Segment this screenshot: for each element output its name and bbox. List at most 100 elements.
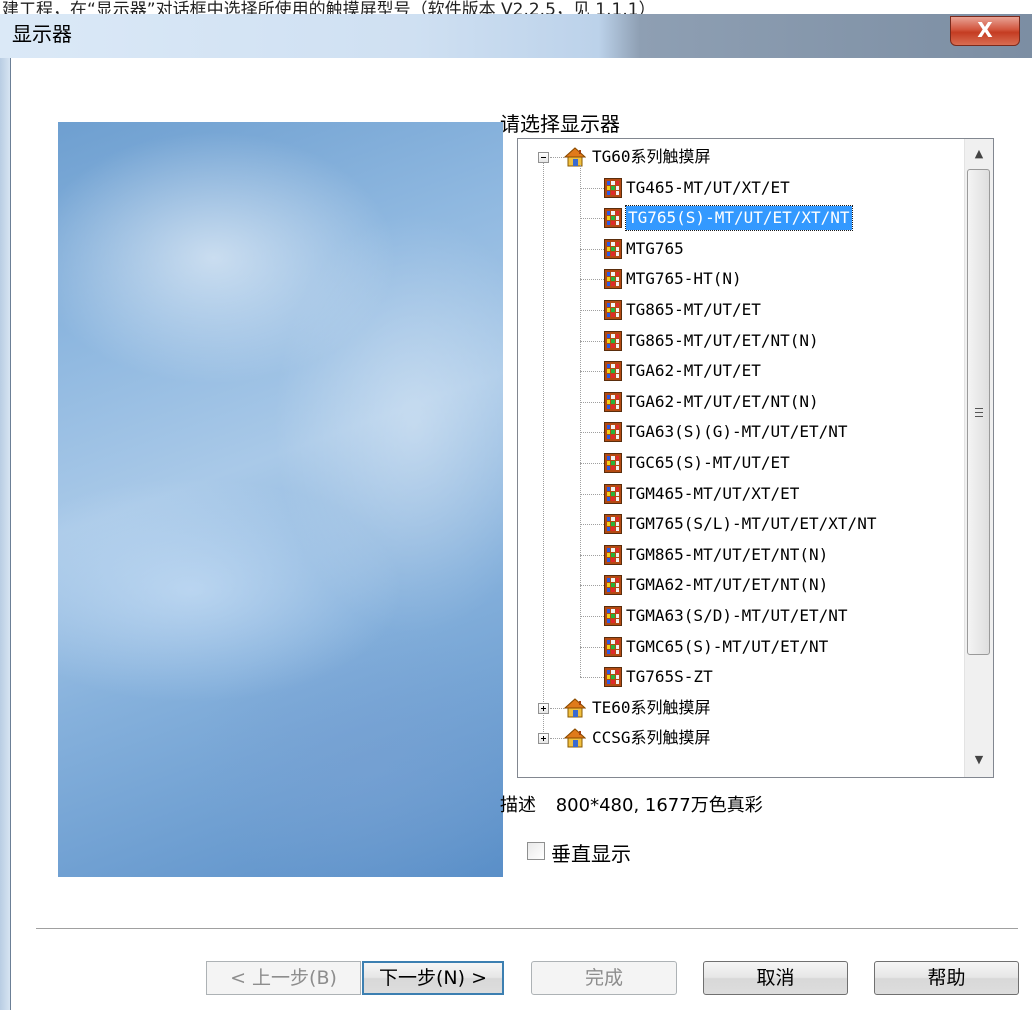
tree-item-row[interactable]: TGM465-MT/UT/XT/ET <box>518 479 964 509</box>
house-icon <box>563 147 587 167</box>
tree-connector <box>580 371 604 373</box>
tree-item-label: TG865-MT/UT/ET/NT(N) <box>626 330 819 350</box>
finish-button[interactable]: 完成 <box>531 961 677 995</box>
vertical-display-checkbox[interactable] <box>527 842 545 860</box>
device-icon <box>604 208 622 229</box>
description-value: 800*480, 1677万色真彩 <box>555 795 763 816</box>
device-icon <box>604 300 622 320</box>
tree-item-label: TG765S-ZT <box>626 667 713 687</box>
tree-group-label: CCSG系列触摸屏 <box>592 728 711 748</box>
tree-group-row[interactable]: TG60系列触摸屏 <box>518 142 964 172</box>
device-icon <box>604 177 622 198</box>
tree-item-label: TGC65(S)-MT/UT/ET <box>626 453 790 472</box>
tree-group-row[interactable]: CCSG系列触摸屏 <box>518 723 964 753</box>
device-icon <box>604 636 622 657</box>
device-icon <box>604 575 622 596</box>
display-dialog: 显示器 X 请选择显示器 TG60系列触摸屏 TG465-MT/UT/XT/ET T… <box>0 14 1032 1010</box>
scroll-up-arrow-icon[interactable]: ▲ <box>965 141 993 167</box>
tree-item-label: TGM465-MT/UT/XT/ET <box>626 483 800 503</box>
tree-item-label: TGA62-MT/UT/ET <box>626 361 761 381</box>
tree-connector <box>580 164 581 678</box>
tree-item-row[interactable]: MTG765 <box>518 234 964 264</box>
tree-item-label: TG465-MT/UT/XT/ET <box>626 177 790 197</box>
tree-item-label: TGMC65(S)-MT/UT/ET/NT <box>626 636 829 656</box>
tree-rows: TG60系列触摸屏 TG465-MT/UT/XT/ET TG765(S)-MT/UT… <box>518 139 964 777</box>
plus-expander-icon[interactable] <box>538 702 549 714</box>
tree-item-row[interactable]: TG765S-ZT <box>518 662 964 692</box>
tree-connector <box>580 616 604 617</box>
plus-expander-icon[interactable] <box>538 733 549 745</box>
tree-connector <box>580 310 604 311</box>
tree-item-row[interactable]: TG865-MT/UT/ET/NT(N) <box>518 326 964 356</box>
tree-item-row[interactable]: TGA62-MT/UT/ET/NT(N) <box>518 387 964 417</box>
device-icon <box>604 606 622 626</box>
tree-connector <box>580 554 604 556</box>
tree-connector <box>580 646 604 648</box>
tree-connector <box>580 585 604 587</box>
tree-item-label: TGMA63(S/D)-MT/UT/ET/NT <box>626 606 848 625</box>
next-button[interactable]: 下一步(N) > <box>362 961 504 995</box>
tree-group-label: TG60系列触摸屏 <box>592 147 711 166</box>
tree-item-label: TGA63(S)(G)-MT/UT/ET/NT <box>626 422 848 442</box>
window-frame-edge <box>0 58 10 1010</box>
scroll-thumb[interactable] <box>967 169 990 655</box>
select-display-label: 请选择显示器 <box>500 112 620 136</box>
tree-item-label: TGA62-MT/UT/ET/NT(N) <box>626 391 819 411</box>
tree-group-label: TE60系列触摸屏 <box>592 697 711 717</box>
tree-connector <box>580 524 604 526</box>
tree-item-row[interactable]: TGA62-MT/UT/ET <box>518 356 964 386</box>
device-icon <box>604 330 622 351</box>
close-button[interactable]: X <box>950 16 1020 46</box>
button-separator <box>36 928 1018 930</box>
device-icon <box>604 544 622 565</box>
tree-connector <box>580 677 604 679</box>
tree-connector <box>580 340 604 342</box>
device-icon <box>604 391 622 412</box>
decorative-side-image <box>58 122 503 877</box>
tree-item-row[interactable]: TGMA62-MT/UT/ET/NT(N) <box>518 570 964 600</box>
close-icon: X <box>977 18 993 42</box>
title-bar[interactable]: 显示器 X <box>0 14 1032 58</box>
tree-connector <box>580 401 604 403</box>
tree-item-row[interactable]: TGM865-MT/UT/ET/NT(N) <box>518 540 964 570</box>
tree-item-row[interactable]: MTG765-HT(N) <box>518 264 964 294</box>
tree-vertical-scrollbar[interactable]: ▲ ▼ <box>964 139 993 777</box>
tree-connector <box>550 707 564 709</box>
vertical-display-label[interactable]: 垂直显示 <box>551 838 631 867</box>
scroll-grip-icon <box>975 408 983 417</box>
tree-group-row[interactable]: TE60系列触摸屏 <box>518 693 964 723</box>
tree-item-row[interactable]: TG865-MT/UT/ET <box>518 295 964 325</box>
tree-connector <box>580 187 604 189</box>
description-label: 描述 <box>500 795 536 816</box>
tree-item-row[interactable]: TGMA63(S/D)-MT/UT/ET/NT <box>518 601 964 631</box>
tree-item-label: TG865-MT/UT/ET <box>626 300 761 319</box>
tree-item-label: MTG765 <box>626 238 684 258</box>
tree-item-label: TGMA62-MT/UT/ET/NT(N) <box>626 575 829 595</box>
device-icon <box>604 422 622 443</box>
tree-connector <box>580 279 604 281</box>
tree-item-row[interactable]: TG465-MT/UT/XT/ET <box>518 173 964 203</box>
device-icon <box>604 667 622 688</box>
tree-connector <box>580 463 604 464</box>
help-button[interactable]: 帮助 <box>874 961 1019 995</box>
minus-expander-icon[interactable] <box>538 152 549 163</box>
tree-item-row[interactable]: TG765(S)-MT/UT/ET/XT/NT <box>518 203 964 233</box>
cancel-button[interactable]: 取消 <box>703 961 848 995</box>
tree-connector <box>580 248 604 250</box>
house-icon <box>563 698 587 718</box>
tree-item-label-selected: TG765(S)-MT/UT/ET/XT/NT <box>625 205 853 232</box>
tree-item-label: TGM765(S/L)-MT/UT/ET/XT/NT <box>626 514 877 534</box>
device-icon <box>604 453 622 473</box>
display-tree[interactable]: TG60系列触摸屏 TG465-MT/UT/XT/ET TG765(S)-MT/UT… <box>517 138 994 778</box>
tree-item-row[interactable]: TGA63(S)(G)-MT/UT/ET/NT <box>518 417 964 447</box>
back-button[interactable]: < 上一步(B) <box>206 961 361 995</box>
device-icon <box>604 269 622 290</box>
tree-item-row[interactable]: TGM765(S/L)-MT/UT/ET/XT/NT <box>518 509 964 539</box>
tree-item-row[interactable]: TGMC65(S)-MT/UT/ET/NT <box>518 632 964 662</box>
tree-connector <box>580 432 604 434</box>
tree-item-label: TGM865-MT/UT/ET/NT(N) <box>626 544 829 564</box>
tree-connector <box>550 738 564 740</box>
scroll-down-arrow-icon[interactable]: ▼ <box>965 747 993 773</box>
house-icon <box>563 728 587 748</box>
tree-item-row[interactable]: TGC65(S)-MT/UT/ET <box>518 448 964 478</box>
